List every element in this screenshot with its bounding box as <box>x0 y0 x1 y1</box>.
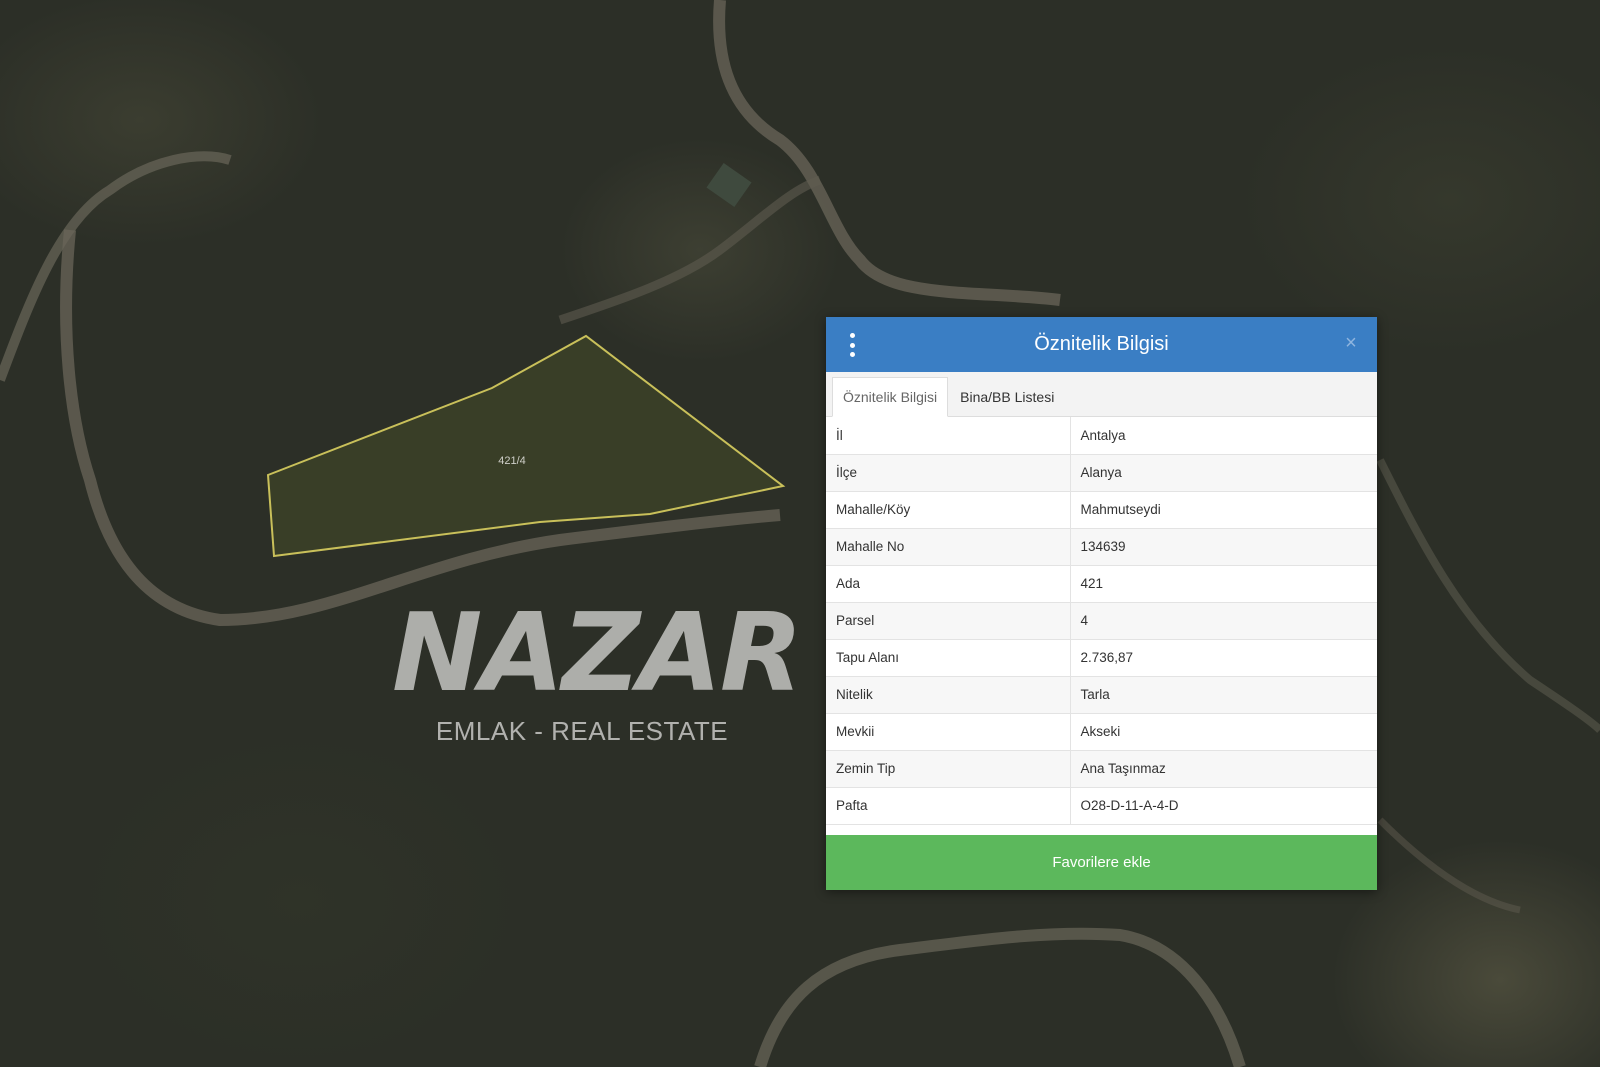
tab-building-list[interactable]: Bina/BB Listesi <box>950 378 1064 416</box>
table-row: Nitelik Tarla <box>826 676 1377 714</box>
parcel-label: 421/4 <box>498 455 526 467</box>
attribute-key: Mevkii <box>826 713 1071 751</box>
table-row: İl Antalya <box>826 417 1377 455</box>
attribute-key: Mahalle/Köy <box>826 491 1071 529</box>
table-row: Tapu Alanı 2.736,87 <box>826 639 1377 677</box>
panel-title: Öznitelik Bilgisi <box>1034 333 1169 355</box>
attribute-value: 134639 <box>1070 528 1377 566</box>
attribute-value: 421 <box>1070 565 1377 603</box>
map-road <box>1377 817 1521 914</box>
attribute-value: Alanya <box>1070 454 1377 492</box>
attribute-key: Nitelik <box>826 676 1071 714</box>
attribute-value: Tarla <box>1070 676 1377 714</box>
attribute-key: Pafta <box>826 787 1071 825</box>
attribute-value: 4 <box>1070 602 1377 640</box>
add-to-favorites-button[interactable]: Favorilere ekle <box>826 835 1377 890</box>
table-row: Mahalle/Köy Mahmutseydi <box>826 491 1377 529</box>
attribute-key: Zemin Tip <box>826 750 1071 788</box>
table-row: Pafta O28-D-11-A-4-D <box>826 787 1377 825</box>
map-road <box>754 927 1246 1067</box>
watermark-logo: NAZAR EMLAK - REAL ESTATE <box>392 591 803 747</box>
watermark-subtitle: EMLAK - REAL ESTATE <box>435 716 729 746</box>
attribute-value: Mahmutseydi <box>1070 491 1377 529</box>
map-road <box>0 151 232 382</box>
tab-attribute-info[interactable]: Öznitelik Bilgisi <box>832 377 949 417</box>
panel-header: Öznitelik Bilgisi × <box>826 317 1377 372</box>
attribute-info-panel: Öznitelik Bilgisi × Öznitelik Bilgisi Bi… <box>826 317 1377 890</box>
attribute-key: Tapu Alanı <box>826 639 1071 677</box>
table-row: Zemin Tip Ana Taşınmaz <box>826 750 1377 788</box>
attribute-value: Akseki <box>1070 713 1377 751</box>
close-icon[interactable]: × <box>1339 331 1363 355</box>
attribute-value: O28-D-11-A-4-D <box>1070 787 1377 825</box>
map-road <box>558 175 822 325</box>
attribute-key: İl <box>826 417 1071 455</box>
table-row: Mevkii Akseki <box>826 713 1377 751</box>
attribute-key: Parsel <box>826 602 1071 640</box>
table-row: Mahalle No 134639 <box>826 528 1377 566</box>
attribute-key: Ada <box>826 565 1071 603</box>
attribute-value: Antalya <box>1070 417 1377 455</box>
attribute-value: Ana Taşınmaz <box>1070 750 1377 788</box>
map-building <box>706 162 752 208</box>
table-row: İlçe Alanya <box>826 454 1377 492</box>
panel-tabs: Öznitelik Bilgisi Bina/BB Listesi <box>826 372 1377 417</box>
table-row: Parsel 4 <box>826 602 1377 640</box>
table-row: Ada 421 <box>826 565 1377 603</box>
attribute-key: Mahalle No <box>826 528 1071 566</box>
attribute-table: İl Antalya İlçe Alanya Mahalle/Köy Mahmu… <box>826 417 1377 825</box>
map-road <box>713 0 1061 306</box>
map-road <box>1376 458 1600 733</box>
watermark-brand: NAZAR <box>392 591 803 716</box>
attribute-value: 2.736,87 <box>1070 639 1377 677</box>
attribute-key: İlçe <box>826 454 1071 492</box>
vertical-ellipsis-icon[interactable] <box>846 333 858 357</box>
